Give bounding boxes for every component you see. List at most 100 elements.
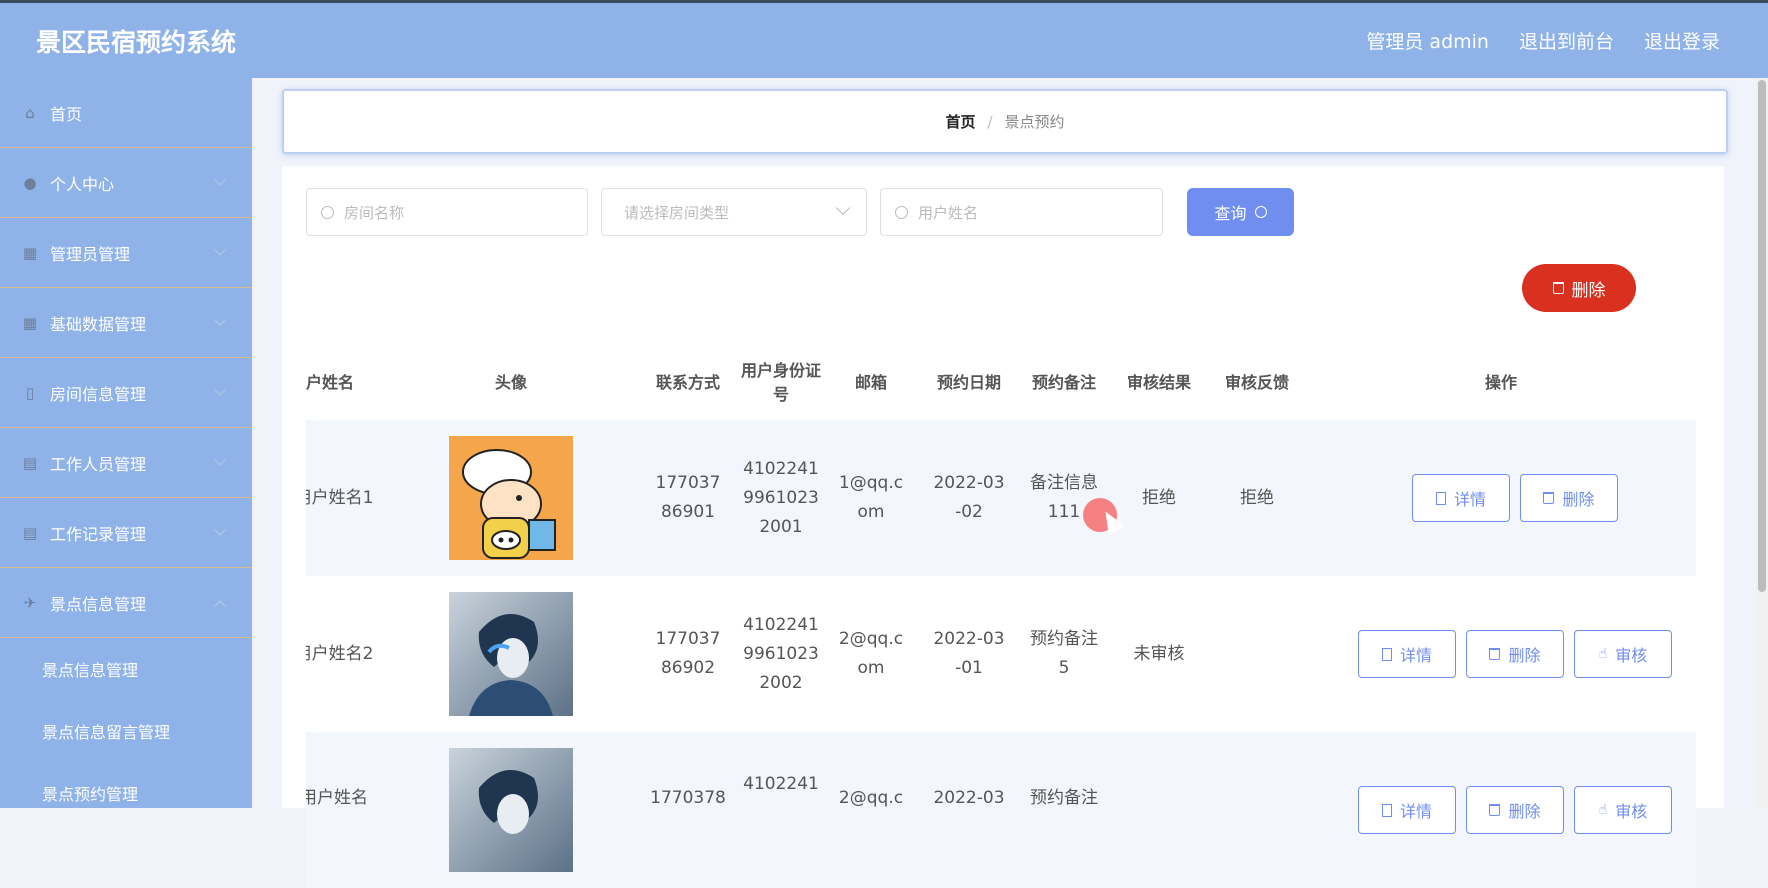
- cell-note: 预约备注: [1030, 788, 1098, 808]
- hand-pointer-icon: ☝: [1598, 646, 1608, 662]
- avatar: [449, 436, 573, 560]
- hand-pointer-icon: ☝: [1598, 802, 1608, 818]
- user-name-input[interactable]: 用户姓名: [880, 188, 1163, 236]
- room-type-placeholder: 请选择房间类型: [624, 203, 730, 222]
- scrollbar-thumb[interactable]: [1758, 80, 1766, 592]
- cell-contact: 1770378: [650, 788, 726, 808]
- sidebar-subitem-scenic-info[interactable]: 景点信息管理: [0, 638, 252, 700]
- sidebar: ⌂ 首页 ● 个人中心 ▦ 管理员管理 ▦ 基础数据管理 ▯ 房间信息管理 ▤ …: [0, 78, 252, 808]
- room-type-select[interactable]: 请选择房间类型: [601, 188, 867, 236]
- cell-note: 预约备注5: [1030, 629, 1098, 678]
- cell-date: 2022-03: [933, 788, 1005, 808]
- detail-button[interactable]: 详情: [1412, 474, 1510, 522]
- batch-delete-button[interactable]: 删除: [1522, 264, 1636, 312]
- search-icon: [895, 205, 908, 219]
- search-icon: [321, 205, 334, 219]
- query-label: 查询: [1214, 204, 1247, 223]
- breadcrumb: 首页 / 景点预约: [282, 89, 1728, 154]
- delete-button[interactable]: 删除: [1466, 630, 1564, 678]
- review-button[interactable]: ☝ 审核: [1574, 630, 1672, 678]
- avatar: [449, 748, 573, 872]
- cell-user-name: 用户姓名: [306, 788, 368, 808]
- sidebar-item-work-records[interactable]: ▤ 工作记录管理: [0, 498, 252, 568]
- table-header: 用户姓名 头像 联系方式 用户身份证号 邮箱 预约日期 预约备注 审核结果 审核…: [306, 350, 1696, 416]
- detail-label: 详情: [1399, 802, 1432, 821]
- chevron-down-icon: [214, 524, 226, 536]
- avatar: [449, 592, 573, 716]
- document-icon: [1381, 803, 1392, 817]
- review-button[interactable]: ☝ 审核: [1574, 786, 1672, 834]
- sidebar-item-base-data[interactable]: ▦ 基础数据管理: [0, 288, 252, 358]
- delete-label: 删除: [1508, 646, 1541, 665]
- sidebar-item-admins[interactable]: ▦ 管理员管理: [0, 218, 252, 288]
- breadcrumb-current: 景点预约: [1004, 113, 1065, 131]
- home-icon: ⌂: [25, 103, 35, 122]
- trash-icon: [1552, 282, 1564, 294]
- cell-user-name: 用户姓名1: [306, 487, 374, 508]
- cell-contact: 17703786902: [655, 629, 721, 678]
- cell-avatar: [406, 420, 616, 576]
- col-user-name: 用户姓名: [306, 373, 355, 392]
- sidebar-item-scenic[interactable]: ✈ 景点信息管理: [0, 568, 252, 638]
- app-title: 景区民宿预约系统: [36, 28, 237, 57]
- sidebar-item-rooms[interactable]: ▯ 房间信息管理: [0, 358, 252, 428]
- cell-result: 未审核: [1133, 643, 1185, 664]
- sidebar-item-label: 房间信息管理: [50, 384, 147, 404]
- sidebar-item-profile[interactable]: ● 个人中心: [0, 148, 252, 218]
- document-icon: [1435, 491, 1446, 505]
- delete-label: 删除: [1562, 490, 1595, 509]
- chevron-down-icon: [214, 244, 226, 256]
- cell-avatar: [406, 732, 616, 888]
- chevron-down-icon: [214, 454, 226, 466]
- sidebar-subitem-scenic-booking[interactable]: 景点预约管理: [0, 762, 252, 808]
- logout-link[interactable]: 退出登录: [1644, 27, 1720, 54]
- trash-icon: [1489, 648, 1501, 660]
- delete-label: 删除: [1508, 802, 1541, 821]
- batch-delete-label: 删除: [1571, 280, 1606, 301]
- delete-button[interactable]: 删除: [1520, 474, 1618, 522]
- cell-contact: 17703786901: [655, 473, 721, 522]
- record-icon: ▤: [22, 523, 38, 542]
- room-icon: ▯: [25, 383, 35, 402]
- col-note: 预约备注: [1031, 373, 1096, 392]
- chevron-down-icon: [214, 314, 226, 326]
- cell-date: 2022-03-02: [933, 473, 1005, 522]
- sidebar-item-home[interactable]: ⌂ 首页: [0, 78, 252, 148]
- detail-label: 详情: [1399, 646, 1432, 665]
- sidebar-item-label: 工作记录管理: [50, 524, 147, 544]
- col-id-card: 用户身份证号: [740, 361, 821, 404]
- cell-feedback: 拒绝: [1240, 487, 1274, 508]
- col-result: 审核结果: [1126, 373, 1191, 392]
- top-bar: 景区民宿预约系统 管理员 admin 退出到前台 退出登录: [0, 0, 1768, 78]
- chevron-down-icon: [214, 174, 226, 186]
- review-label: 审核: [1615, 646, 1648, 665]
- col-contact: 联系方式: [655, 373, 720, 392]
- trash-icon: [1489, 804, 1501, 816]
- detail-button[interactable]: 详情: [1358, 630, 1456, 678]
- col-feedback: 审核反馈: [1224, 373, 1289, 392]
- col-avatar: 头像: [494, 373, 527, 392]
- detail-button[interactable]: 详情: [1358, 786, 1456, 834]
- cell-email: 1@qq.com: [838, 473, 904, 522]
- sidebar-item-label: 首页: [50, 104, 83, 124]
- breadcrumb-home[interactable]: 首页: [945, 111, 975, 132]
- staff-icon: ▤: [22, 453, 38, 472]
- cell-email: 2@qq.com: [838, 629, 904, 678]
- sidebar-item-label: 工作人员管理: [50, 454, 147, 474]
- cell-user-name: 用户姓名2: [306, 643, 374, 664]
- review-label: 审核: [1615, 802, 1648, 821]
- delete-button[interactable]: 删除: [1466, 786, 1564, 834]
- sidebar-subitem-scenic-messages[interactable]: 景点信息留言管理: [0, 700, 252, 762]
- exit-to-front-link[interactable]: 退出到前台: [1519, 27, 1614, 54]
- col-email: 邮箱: [854, 373, 887, 392]
- room-name-input[interactable]: 房间名称: [306, 188, 588, 236]
- cell-id-card: 410224199610232001: [743, 458, 819, 537]
- cell-avatar: [406, 576, 616, 732]
- grid-icon: ▦: [22, 313, 38, 332]
- cell-id-card: 4102241: [743, 774, 819, 794]
- sidebar-item-staff[interactable]: ▤ 工作人员管理: [0, 428, 252, 498]
- sidebar-item-label: 景点信息管理: [50, 594, 147, 614]
- search-icon: [1254, 206, 1267, 218]
- query-button[interactable]: 查询: [1187, 188, 1294, 236]
- admin-label: 管理员 admin: [1366, 31, 1489, 53]
